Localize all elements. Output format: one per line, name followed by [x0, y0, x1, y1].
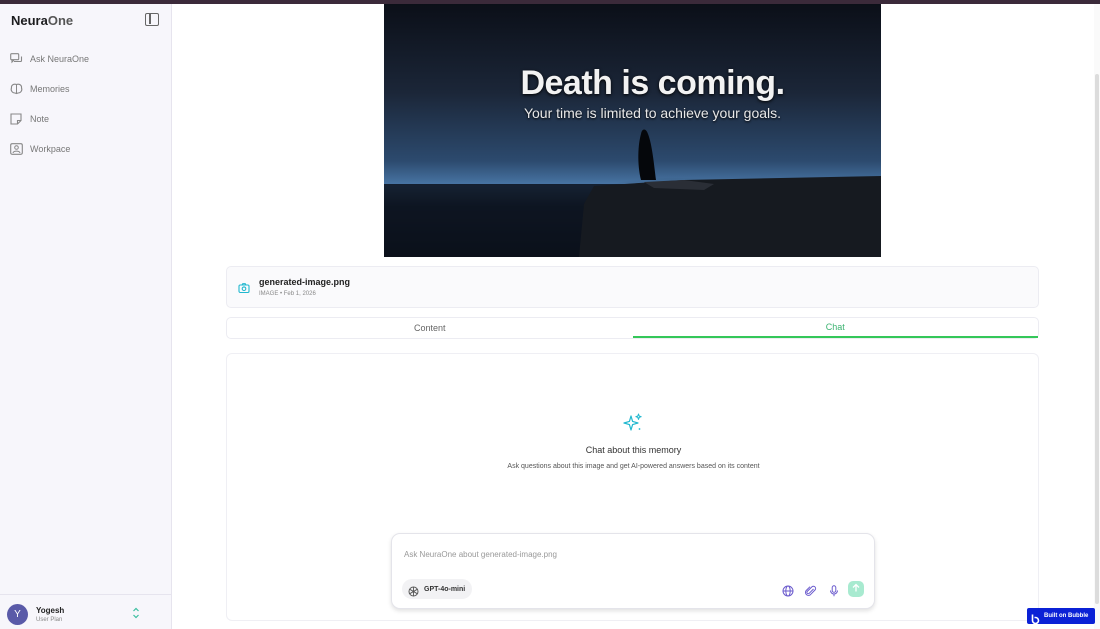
chat-bubbles-icon — [9, 52, 23, 66]
chat-composer: GPT-4o-mini — [391, 533, 875, 609]
chat-empty-description: Ask questions about this image and get A… — [507, 463, 760, 470]
image-subheadline: Your time is limited to achieve your goa… — [523, 105, 782, 121]
sidebar-toggle-icon[interactable] — [145, 13, 159, 26]
image-headline: Death is coming. — [520, 64, 785, 102]
sidebar-item-label: Memories — [30, 84, 70, 94]
bubble-logo-icon — [1031, 611, 1040, 625]
sidebar-item-note[interactable]: Note — [0, 104, 172, 134]
file-name: generated-image.png — [259, 277, 351, 287]
built-on-bubble-badge[interactable]: Built on Bubble — [1027, 608, 1095, 625]
sidebar-item-ask-neuraone[interactable]: Ask NeuraOne — [0, 44, 172, 74]
note-icon — [9, 112, 23, 126]
tab-chat[interactable]: Chat — [632, 318, 1038, 338]
send-button[interactable] — [848, 581, 864, 597]
scrollbar-thumb[interactable] — [1095, 74, 1099, 604]
model-selector[interactable]: GPT-4o-mini — [402, 579, 473, 599]
sparkles-icon — [623, 413, 643, 433]
memory-tabs: Content Chat — [226, 317, 1039, 339]
globe-icon[interactable] — [782, 584, 794, 597]
user-name: Yogesh — [36, 606, 65, 615]
camera-icon — [238, 281, 250, 294]
file-info-card: generated-image.png IMAGE • Feb 1, 2026 — [226, 266, 1039, 308]
brand-logo[interactable]: NeuraOne — [11, 13, 73, 28]
user-plan: User Plan — [36, 617, 63, 623]
sidebar: NeuraOne Ask NeuraOne Memories Note Work… — [0, 4, 172, 629]
workspace-icon — [9, 142, 23, 156]
sidebar-item-workspace[interactable]: Workpace — [0, 134, 172, 164]
memory-image: Death is coming. Your time is limited to… — [384, 4, 881, 257]
sidebar-item-label: Workpace — [30, 144, 71, 154]
sidebar-item-label: Note — [30, 114, 50, 124]
paperclip-icon[interactable] — [805, 584, 817, 596]
user-profile[interactable]: Y Yogesh User Plan — [0, 594, 171, 629]
chat-input[interactable] — [404, 546, 859, 562]
badge-label: Built on Bubble — [1044, 613, 1089, 619]
sidebar-item-memories[interactable]: Memories — [0, 74, 172, 104]
avatar: Y — [7, 604, 28, 625]
chat-empty-title: Chat about this memory — [585, 445, 682, 455]
arrow-up-icon — [851, 580, 861, 598]
brain-icon — [9, 82, 23, 96]
file-meta: IMAGE • Feb 1, 2026 — [259, 291, 316, 297]
openai-icon — [408, 584, 419, 596]
chevron-up-down-icon[interactable] — [131, 606, 141, 620]
sidebar-item-label: Ask NeuraOne — [30, 54, 90, 64]
tab-content[interactable]: Content — [227, 318, 633, 338]
model-label: GPT-4o-mini — [424, 585, 466, 593]
microphone-icon[interactable] — [828, 584, 840, 597]
sidebar-nav: Ask NeuraOne Memories Note Workpace — [0, 44, 172, 164]
